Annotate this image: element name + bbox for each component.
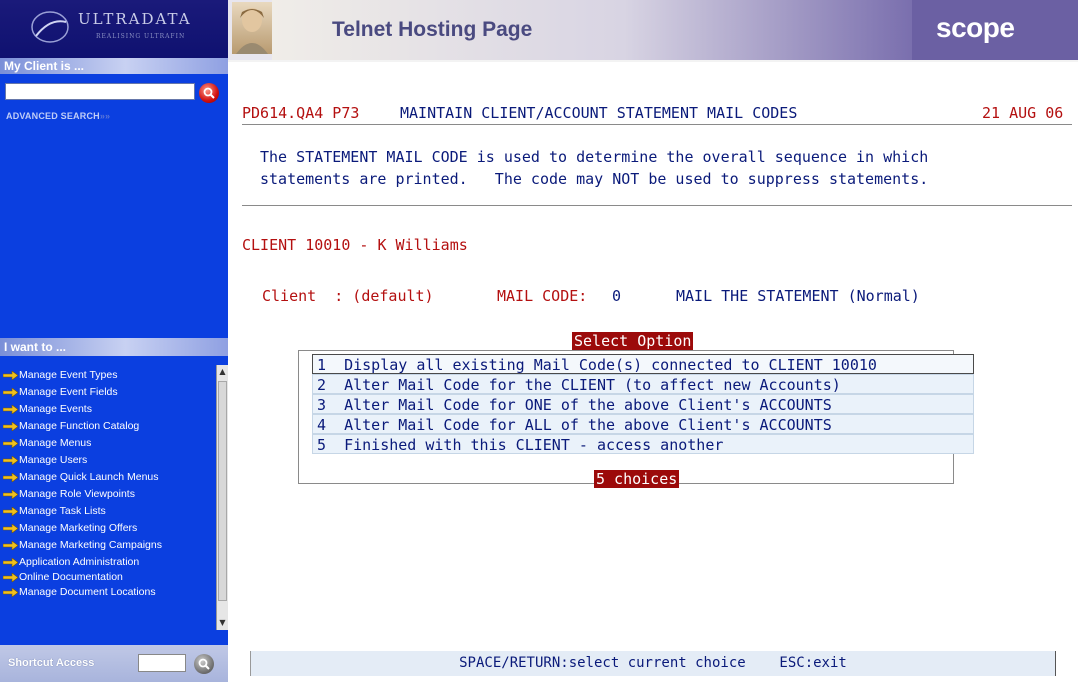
menu-item-label: Manage Function Catalog <box>19 420 140 432</box>
arrow-icon <box>3 422 18 431</box>
advanced-search-link[interactable]: ADVANCED SEARCH»» <box>6 111 110 121</box>
header-photo <box>232 2 272 54</box>
divider <box>242 124 1072 125</box>
option-4[interactable]: 4 Alter Mail Code for ALL of the above C… <box>312 414 974 434</box>
arrow-icon <box>3 371 18 380</box>
menu-item-label: Manage Events <box>19 403 92 415</box>
menu-item-label: Manage Event Fields <box>19 386 118 398</box>
option-3[interactable]: 3 Alter Mail Code for ONE of the above C… <box>312 394 974 414</box>
search-icon <box>203 87 215 99</box>
menu-item-manage-function-catalog[interactable]: Manage Function Catalog <box>0 421 215 432</box>
choices-count: 5 choices <box>594 470 680 488</box>
menu-item-application-administration[interactable]: Application Administration <box>0 557 215 568</box>
menu-item-label: Manage Role Viewpoints <box>19 488 135 500</box>
menu-item-manage-task-lists[interactable]: Manage Task Lists <box>0 506 215 517</box>
menu-item-manage-role-viewpoints[interactable]: Manage Role Viewpoints <box>0 489 215 500</box>
arrow-icon <box>3 490 18 499</box>
menu-item-label: Manage Quick Launch Menus <box>19 471 159 483</box>
menu-item-label: Online Documentation <box>19 571 123 583</box>
info-line-1: The STATEMENT MAIL CODE is used to deter… <box>260 148 929 166</box>
select-option-title: Select Option <box>572 332 694 350</box>
divider <box>242 205 1072 206</box>
scroll-thumb[interactable] <box>218 381 227 601</box>
client-search-input[interactable] <box>5 83 195 100</box>
ultradata-logo: ULTRADATA REALISING ULTRAFIN <box>0 0 228 58</box>
shortcut-access-input[interactable] <box>138 654 186 672</box>
scroll-down-icon[interactable]: ▼ <box>218 618 227 628</box>
menu-item-online-documentation[interactable]: Online Documentation <box>0 572 215 583</box>
scope-logo: scope <box>912 0 1078 60</box>
mail-code-value: 0 <box>612 287 622 305</box>
arrow-icon <box>3 507 18 516</box>
logo-text: ULTRADATA <box>78 10 192 28</box>
client-default-label: Client : (default) <box>262 287 434 305</box>
info-line-2: statements are printed. The code may NOT… <box>260 170 929 188</box>
program-id: PD614.QA4 P73 <box>242 104 360 122</box>
option-5[interactable]: 5 Finished with this CLIENT - access ano… <box>312 434 974 454</box>
menu-item-manage-users[interactable]: Manage Users <box>0 455 215 466</box>
logo-swoosh-icon <box>31 11 69 43</box>
scope-logo-text: scope <box>936 12 1015 43</box>
arrow-icon <box>3 473 18 482</box>
option-2[interactable]: 2 Alter Mail Code for the CLIENT (to aff… <box>312 374 974 394</box>
menu-scrollbar[interactable]: ▲ ▼ <box>216 365 228 630</box>
advanced-search-label: ADVANCED SEARCH <box>6 111 100 121</box>
menu-item-label: Manage Marketing Offers <box>19 522 138 534</box>
menu-item-manage-event-fields[interactable]: Manage Event Fields <box>0 387 215 398</box>
scroll-up-icon[interactable]: ▲ <box>218 367 227 377</box>
arrow-icon <box>3 558 18 567</box>
chevrons-icon: »» <box>99 111 111 121</box>
my-client-heading: My Client is ... <box>0 58 228 74</box>
page-header: Telnet Hosting Page scope <box>228 0 1078 60</box>
task-menu-list: Manage Event Types Manage Event Fields M… <box>0 370 222 604</box>
mail-code-description: MAIL THE STATEMENT (Normal) <box>676 287 920 305</box>
arrow-icon <box>3 405 18 414</box>
arrow-icon <box>3 588 18 597</box>
menu-item-manage-menus[interactable]: Manage Menus <box>0 438 215 449</box>
shortcut-go-button[interactable] <box>194 654 214 674</box>
menu-item-label: Manage Document Locations <box>19 586 156 598</box>
menu-item-label: Manage Task Lists <box>19 505 106 517</box>
menu-item-label: Manage Menus <box>19 437 92 449</box>
arrow-icon <box>3 388 18 397</box>
arrow-icon <box>3 541 18 550</box>
shortcut-access-label: Shortcut Access <box>8 657 95 669</box>
page-title: Telnet Hosting Page <box>332 18 533 41</box>
client-line: CLIENT 10010 - K Williams <box>242 236 468 254</box>
menu-item-label: Manage Marketing Campaigns <box>19 539 162 551</box>
screen-title: MAINTAIN CLIENT/ACCOUNT STATEMENT MAIL C… <box>400 104 798 122</box>
menu-item-manage-marketing-campaigns[interactable]: Manage Marketing Campaigns <box>0 540 215 551</box>
mail-code-label: MAIL CODE: <box>497 287 588 305</box>
i-want-to-heading: I want to ... <box>0 338 228 356</box>
logo-tagline: REALISING ULTRAFIN <box>96 33 186 40</box>
menu-item-manage-quick-launch-menus[interactable]: Manage Quick Launch Menus <box>0 472 215 483</box>
option-list: 1 Display all existing Mail Code(s) conn… <box>312 354 974 466</box>
arrow-icon <box>3 456 18 465</box>
person-photo-icon <box>236 8 268 54</box>
search-icon <box>198 658 210 670</box>
screen-date: 21 AUG 06 <box>982 104 1064 122</box>
menu-item-manage-events[interactable]: Manage Events <box>0 404 215 415</box>
search-button[interactable] <box>199 83 219 103</box>
menu-item-manage-marketing-offers[interactable]: Manage Marketing Offers <box>0 523 215 534</box>
arrow-icon <box>3 439 18 448</box>
menu-item-label: Manage Event Types <box>19 369 118 381</box>
sidebar: ULTRADATA REALISING ULTRAFIN My Client i… <box>0 0 228 682</box>
shortcut-access-bar: Shortcut Access <box>0 645 228 682</box>
menu-item-label: Manage Users <box>19 454 88 466</box>
option-1[interactable]: 1 Display all existing Mail Code(s) conn… <box>312 354 974 374</box>
menu-item-label: Application Administration <box>19 556 140 568</box>
header-divider <box>228 60 1078 62</box>
arrow-icon <box>3 573 18 582</box>
telnet-terminal[interactable]: PD614.QA4 P73 MAINTAIN CLIENT/ACCOUNT ST… <box>242 88 1072 678</box>
menu-item-manage-event-types[interactable]: Manage Event Types <box>0 370 215 381</box>
terminal-status-bar: SPACE/RETURN:select current choice ESC:e… <box>250 651 1056 676</box>
arrow-icon <box>3 524 18 533</box>
menu-item-manage-document-locations[interactable]: Manage Document Locations <box>0 587 215 598</box>
